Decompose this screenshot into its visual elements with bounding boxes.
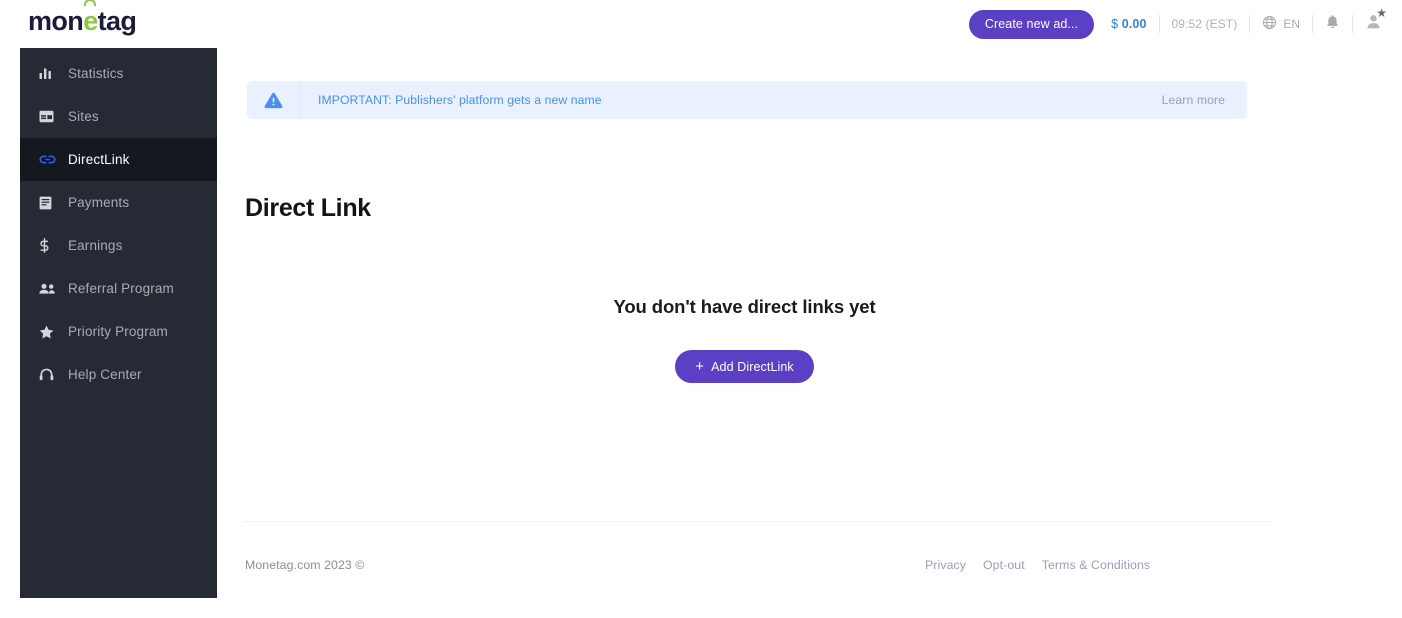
sidebar-item-label: Help Center: [68, 367, 142, 382]
link-chain-icon: [39, 154, 61, 165]
server-clock: 09:52 (EST): [1171, 17, 1238, 31]
logo-prefix: mon: [28, 6, 84, 36]
sidebar-item-label: Payments: [68, 195, 130, 210]
star-badge-icon: ★: [1376, 6, 1387, 20]
language-selector[interactable]: EN: [1262, 15, 1300, 33]
sidebar-item-statistics[interactable]: Statistics: [20, 52, 217, 95]
bell-icon: [1325, 14, 1340, 35]
divider: [1312, 15, 1313, 33]
divider: [1352, 15, 1353, 33]
footer-copyright: Monetag.com 2023 ©: [245, 558, 365, 572]
top-bar: mon e tag Create new ad... $ 0.00 09:52 (E…: [0, 0, 1402, 48]
logo-accent-letter: e: [83, 0, 98, 37]
headset-icon: [39, 368, 61, 382]
divider: [1158, 15, 1160, 33]
add-directlink-label: Add DirectLink: [711, 359, 794, 374]
divider: [243, 521, 1270, 522]
empty-state-message: You don't have direct links yet: [613, 296, 876, 317]
footer-link-terms[interactable]: Terms & Conditions: [1042, 558, 1150, 572]
logo-suffix: tag: [97, 6, 137, 36]
layout-icon: [39, 110, 61, 123]
footer-link-privacy[interactable]: Privacy: [925, 558, 966, 572]
globe-icon: [1262, 15, 1277, 33]
account-balance[interactable]: $ 0.00: [1111, 17, 1146, 31]
balance-amount: 0.00: [1121, 17, 1147, 31]
page-title: Direct Link: [245, 194, 371, 222]
announcement-banner: IMPORTANT: Publishers' platform gets a n…: [247, 81, 1247, 119]
plus-icon: +: [695, 358, 705, 375]
language-label: EN: [1283, 17, 1300, 31]
divider: [1249, 15, 1251, 33]
dollar-sign-icon: [39, 238, 61, 253]
sidebar-item-referral-program[interactable]: Referral Program: [20, 267, 217, 310]
add-directlink-button[interactable]: + Add DirectLink: [675, 350, 814, 383]
people-icon: [39, 283, 61, 295]
monetag-logo[interactable]: mon e tag: [28, 0, 137, 37]
sidebar-item-payments[interactable]: Payments: [20, 181, 217, 224]
sidebar-item-priority-program[interactable]: Priority Program: [20, 310, 217, 353]
sidebar-item-help-center[interactable]: Help Center: [20, 353, 217, 396]
bar-chart-icon: [39, 67, 61, 80]
create-new-ad-button[interactable]: Create new ad...: [968, 9, 1095, 39]
footer-links: Privacy Opt-out Terms & Conditions: [925, 558, 1150, 572]
sidebar: Statistics Sites DirectLink Payments Ear…: [20, 48, 217, 598]
sidebar-item-label: Priority Program: [68, 324, 168, 339]
sidebar-item-earnings[interactable]: Earnings: [20, 224, 217, 267]
app-root: mon e tag Create new ad... $ 0.00 09:52 (E…: [0, 0, 1402, 618]
document-icon: [39, 196, 61, 210]
footer: Monetag.com 2023 © Privacy Opt-out Terms…: [217, 556, 1402, 586]
sidebar-item-directlink[interactable]: DirectLink: [20, 138, 217, 181]
logo-accent-arc-icon: [84, 0, 97, 6]
star-icon: [39, 325, 61, 339]
main-content: IMPORTANT: Publishers' platform gets a n…: [217, 48, 1402, 618]
sidebar-item-label: Referral Program: [68, 281, 174, 296]
balance-currency-symbol: $: [1111, 17, 1119, 31]
notifications-button[interactable]: [1325, 14, 1340, 35]
sidebar-item-label: DirectLink: [68, 152, 130, 167]
avatar[interactable]: ★: [1365, 7, 1387, 35]
sidebar-item-label: Sites: [68, 109, 99, 124]
sidebar-item-sites[interactable]: Sites: [20, 95, 217, 138]
banner-learn-more-link[interactable]: Learn more: [1162, 93, 1247, 107]
sidebar-item-label: Earnings: [68, 238, 123, 253]
logo-accent-glyph: e: [83, 6, 98, 36]
sidebar-item-label: Statistics: [68, 66, 124, 81]
banner-message: IMPORTANT: Publishers' platform gets a n…: [318, 93, 602, 107]
warning-triangle-icon: [247, 92, 299, 109]
footer-link-opt-out[interactable]: Opt-out: [983, 558, 1025, 572]
empty-state: You don't have direct links yet + Add Di…: [217, 296, 1272, 383]
top-bar-actions: Create new ad... $ 0.00 09:52 (EST) EN ★: [968, 0, 1387, 48]
